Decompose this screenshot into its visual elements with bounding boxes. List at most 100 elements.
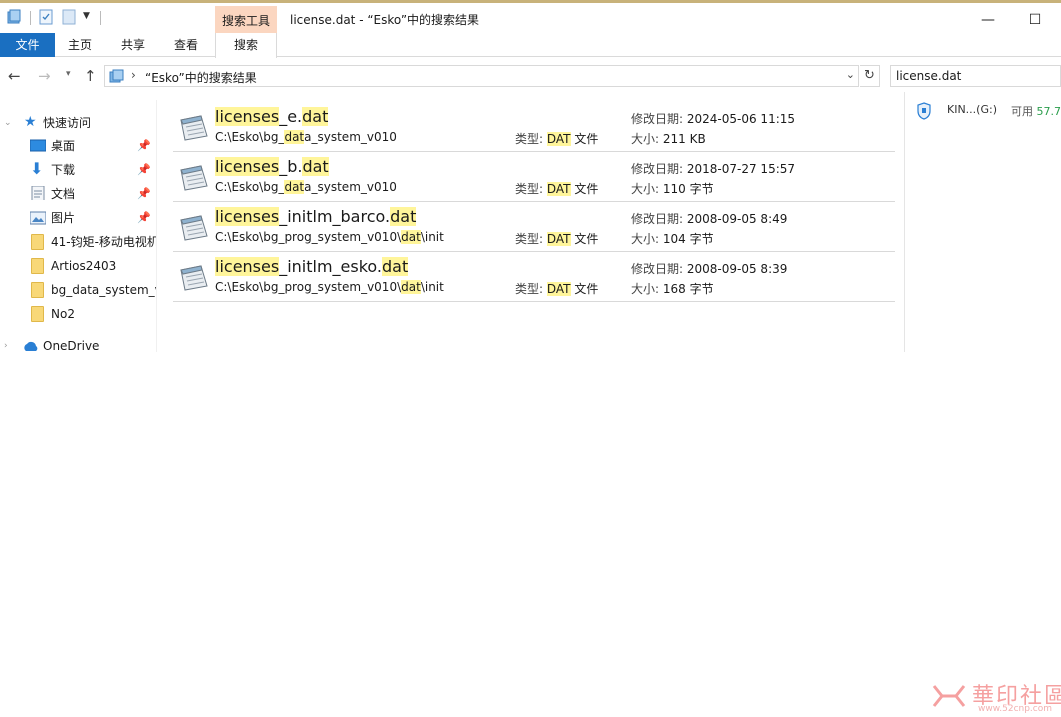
size-value: 168 字节 xyxy=(662,282,714,296)
size-value: 110 字节 xyxy=(662,182,714,196)
file-name[interactable]: licenses_e.dat xyxy=(215,107,329,126)
recent-locations-chevron-icon[interactable]: ▾ xyxy=(66,69,71,79)
path-match-highlight: dat xyxy=(401,230,421,244)
path-match-highlight: dat xyxy=(284,130,305,144)
usb-drive-shield-icon xyxy=(917,102,931,120)
nav-item-label: 下载 xyxy=(51,163,76,177)
modified-value: 2008-09-05 8:49 xyxy=(686,212,788,226)
file-size: 大小: 104 字节 xyxy=(631,230,714,247)
nav-onedrive[interactable]: › OneDrive xyxy=(0,335,156,352)
path-match-highlight: dat xyxy=(284,180,305,194)
nav-item-folder[interactable]: 41-钧矩-移动电视机 xyxy=(0,231,157,253)
new-folder-icon[interactable] xyxy=(61,9,77,25)
file-type: 类型: DAT 文件 xyxy=(515,230,598,247)
file-name[interactable]: licenses_b.dat xyxy=(215,157,329,176)
nav-item-label: Artios2403 xyxy=(51,259,117,273)
documents-icon xyxy=(31,186,45,200)
type-suffix: 文件 xyxy=(574,182,599,196)
title-bar: ▼ 搜索工具 license.dat - “Esko”中的搜索结果 — ☐ xyxy=(0,3,1061,35)
refresh-button[interactable]: ↻ xyxy=(860,65,880,87)
forward-arrow-icon[interactable]: → xyxy=(38,67,51,85)
file-type: 类型: DAT 文件 xyxy=(515,180,598,197)
file-path: C:\Esko\bg_data_system_v010 xyxy=(215,180,397,194)
nav-item-desktop[interactable]: 桌面 📌 xyxy=(0,135,156,157)
modified-label: 修改日期: xyxy=(631,262,684,276)
list-item[interactable]: licenses_e.dat C:\Esko\bg_data_system_v0… xyxy=(173,102,895,152)
maximize-button[interactable]: ☐ xyxy=(1012,6,1058,34)
size-value: 211 KB xyxy=(662,132,706,146)
name-match-highlight: dat xyxy=(382,257,409,276)
type-value: DAT xyxy=(546,232,571,246)
notepad-file-icon xyxy=(180,165,208,191)
quick-access-separator xyxy=(30,11,31,25)
size-label: 大小: xyxy=(631,232,660,246)
name-match-highlight: licenses xyxy=(215,107,280,126)
name-part: _e. xyxy=(279,107,303,126)
tab-file[interactable]: 文件 xyxy=(0,33,55,57)
tab-share[interactable]: 共享 xyxy=(111,33,155,57)
file-path: C:\Esko\bg_prog_system_v010\dat\init xyxy=(215,230,444,244)
file-path: C:\Esko\bg_prog_system_v010\dat\init xyxy=(215,280,444,294)
address-bar[interactable]: › “Esko”中的搜索结果 ⌄ xyxy=(104,65,859,87)
type-value: DAT xyxy=(546,182,571,196)
collapsed-chevron-icon[interactable]: › xyxy=(4,335,8,352)
file-modified: 修改日期: 2018-07-27 15:57 xyxy=(631,160,795,177)
tab-view[interactable]: 查看 xyxy=(164,33,208,57)
list-item[interactable]: licenses_initlm_barco.dat C:\Esko\bg_pro… xyxy=(173,202,895,252)
breadcrumb-chevron-icon[interactable]: › xyxy=(131,68,136,82)
drive-item[interactable]: KIN...(G:) 可用 57.7G xyxy=(915,100,1061,122)
list-item[interactable]: licenses_initlm_esko.dat C:\Esko\bg_prog… xyxy=(173,252,895,302)
file-name[interactable]: licenses_initlm_barco.dat xyxy=(215,207,417,226)
pin-icon: 📌 xyxy=(137,187,151,200)
search-input[interactable] xyxy=(896,67,1056,85)
file-name[interactable]: licenses_initlm_esko.dat xyxy=(215,257,409,276)
address-dropdown-icon[interactable]: ⌄ xyxy=(846,68,855,81)
type-label: 类型: xyxy=(515,132,544,146)
properties-icon[interactable] xyxy=(38,9,54,25)
path-part: a_system_v010 xyxy=(304,180,397,194)
pin-icon: 📌 xyxy=(137,139,151,152)
search-box[interactable] xyxy=(890,65,1061,87)
back-arrow-icon[interactable]: ← xyxy=(8,67,21,85)
pin-icon: 📌 xyxy=(137,163,151,176)
name-match-highlight: dat xyxy=(302,107,329,126)
size-label: 大小: xyxy=(631,282,660,296)
notepad-file-icon xyxy=(180,115,208,141)
nav-item-folder[interactable]: Artios2403 xyxy=(0,255,156,277)
nav-item-folder[interactable]: bg_data_system_v xyxy=(0,279,156,301)
watermark-logo-icon xyxy=(932,685,966,707)
name-match-highlight: dat xyxy=(302,157,329,176)
modified-value: 2018-07-27 15:57 xyxy=(686,162,796,176)
list-item[interactable]: licenses_b.dat C:\Esko\bg_data_system_v0… xyxy=(173,152,895,202)
nav-item-pictures[interactable]: 图片 📌 xyxy=(0,207,156,229)
window-title: license.dat - “Esko”中的搜索结果 xyxy=(290,13,480,27)
explorer-app-icon[interactable] xyxy=(6,9,22,25)
search-results-list: licenses_e.dat C:\Esko\bg_data_system_v0… xyxy=(165,100,895,302)
nav-item-downloads[interactable]: ⬇ 下载 📌 xyxy=(0,159,156,181)
type-label: 类型: xyxy=(515,282,544,296)
tab-search[interactable]: 搜索 xyxy=(215,33,277,58)
file-modified: 修改日期: 2024-05-06 11:15 xyxy=(631,110,795,127)
expand-chevron-icon[interactable]: ⌄ xyxy=(4,112,12,134)
tab-home[interactable]: 主页 xyxy=(58,33,102,57)
site-watermark: 華印社區 www.52cnp.com xyxy=(930,678,1061,716)
nav-quick-access[interactable]: ⌄ ★ 快速访问 xyxy=(0,112,156,134)
name-match-highlight: licenses xyxy=(215,157,280,176)
desktop-icon xyxy=(30,139,46,152)
drive-free-space: 可用 57.7G xyxy=(1011,103,1061,119)
drive-name: KIN...(G:) xyxy=(947,103,997,116)
name-part: _b. xyxy=(279,157,303,176)
nav-item-label: 41-钧矩-移动电视机 xyxy=(51,235,157,249)
name-match-highlight: licenses xyxy=(215,257,280,276)
minimize-button[interactable]: — xyxy=(965,6,1011,34)
nav-item-folder[interactable]: No2 xyxy=(0,303,156,325)
customize-quick-access-icon[interactable]: ▼ xyxy=(83,11,90,21)
up-arrow-icon[interactable]: ↑ xyxy=(84,67,97,85)
path-part: \init xyxy=(420,280,444,294)
breadcrumb-path[interactable]: “Esko”中的搜索结果 xyxy=(145,69,257,86)
file-size: 大小: 168 字节 xyxy=(631,280,714,297)
file-modified: 修改日期: 2008-09-05 8:39 xyxy=(631,260,787,277)
nav-item-documents[interactable]: 文档 📌 xyxy=(0,183,156,205)
path-part: \init xyxy=(420,230,444,244)
address-row: ← → ▾ ↑ › “Esko”中的搜索结果 ⌄ ↻ xyxy=(0,58,1061,94)
